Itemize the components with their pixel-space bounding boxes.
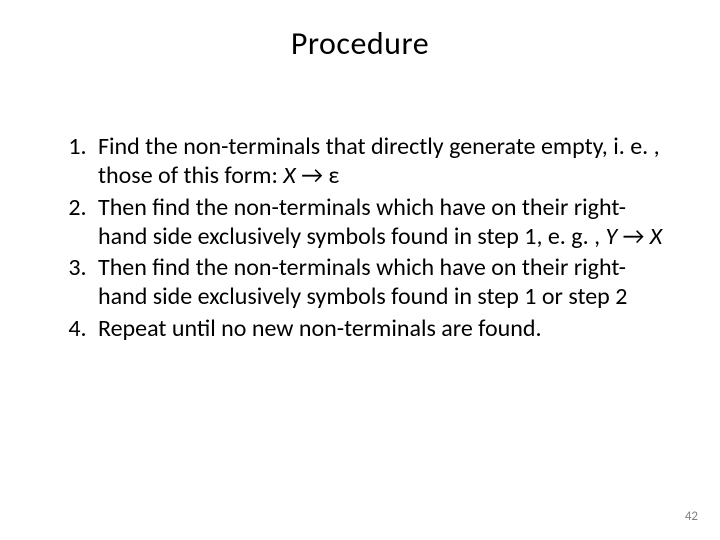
list-item: Find the non-terminals that directly gen…: [92, 132, 672, 191]
step-text: Then find the non-terminals which have o…: [98, 193, 626, 251]
list-item: Then find the non-terminals which have o…: [92, 193, 672, 252]
step-italic: X: [283, 161, 295, 190]
step-text: Find the non-terminals that directly gen…: [98, 132, 660, 190]
ordered-list: Find the non-terminals that directly gen…: [40, 132, 672, 343]
step-italic: Y: [605, 222, 617, 251]
step-italic-2: X: [650, 222, 662, 251]
list-item: Then find the non-terminals which have o…: [92, 253, 672, 312]
step-arrow: → ε: [296, 161, 340, 190]
step-text: Then find the non-terminals which have o…: [98, 253, 627, 311]
list-item: Repeat until no new non-terminals are fo…: [92, 314, 672, 343]
step-arrow: →: [617, 222, 650, 251]
page-number: 42: [685, 509, 698, 524]
slide-title: Procedure: [0, 0, 720, 63]
step-text: Repeat until no new non-terminals are fo…: [98, 314, 542, 343]
slide: Procedure Find the non-terminals that di…: [0, 0, 720, 540]
slide-body: Find the non-terminals that directly gen…: [40, 132, 672, 345]
